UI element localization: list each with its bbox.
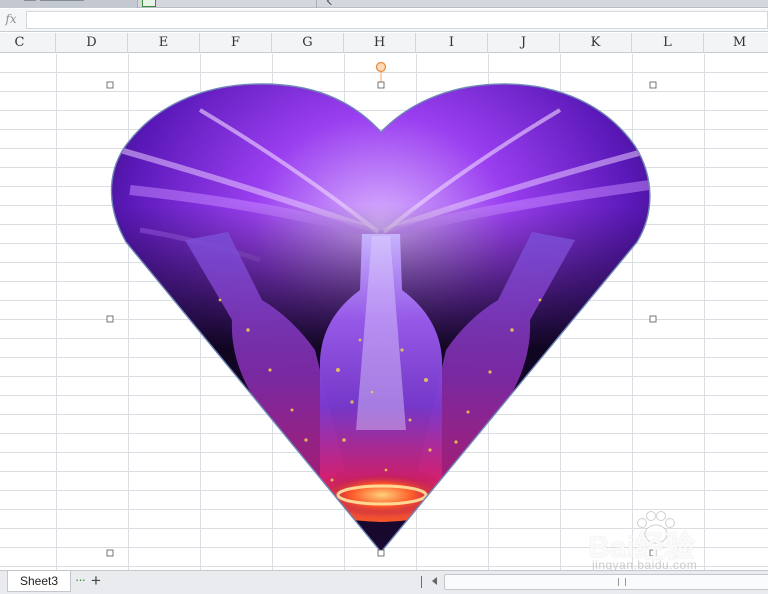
column-header-k[interactable]: K — [560, 33, 632, 53]
resize-handle-bottom[interactable] — [377, 549, 385, 557]
chevron-down-icon[interactable] — [326, 0, 336, 6]
rotate-handle[interactable] — [375, 61, 387, 73]
column-header-c[interactable]: C — [0, 33, 56, 53]
column-header-f[interactable]: F — [200, 33, 272, 53]
column-header-h[interactable]: H — [344, 33, 416, 53]
resize-handle-left[interactable] — [106, 315, 114, 323]
tab-separator — [316, 0, 317, 8]
scrollbar-grip[interactable] — [618, 578, 626, 586]
column-headers: CDEFGHIJKLM — [0, 33, 768, 53]
document-tab-strip — [0, 0, 768, 8]
resize-handle-top-left[interactable] — [106, 81, 114, 89]
formula-bar: fx — [0, 9, 768, 32]
formula-input[interactable] — [26, 11, 768, 29]
column-header-d[interactable]: D — [56, 33, 128, 53]
column-header-i[interactable]: I — [416, 33, 488, 53]
sheet-bar-separator[interactable] — [421, 576, 422, 588]
document-tab[interactable] — [0, 0, 138, 8]
column-header-l[interactable]: L — [632, 33, 704, 53]
resize-handle-bottom-left[interactable] — [106, 549, 114, 557]
spreadsheet-file-icon — [142, 0, 156, 7]
horizontal-scrollbar[interactable] — [444, 574, 768, 590]
resize-handle-right[interactable] — [649, 315, 657, 323]
column-header-g[interactable]: G — [272, 33, 344, 53]
resize-handle-bottom-right[interactable] — [649, 549, 657, 557]
more-sheets-icon[interactable]: ··· — [75, 572, 86, 587]
column-header-j[interactable]: J — [488, 33, 560, 53]
resize-handle-top-right[interactable] — [649, 81, 657, 89]
scroll-left-icon[interactable] — [432, 577, 437, 585]
sheet-tab-sheet3[interactable]: Sheet3 — [7, 571, 71, 592]
fx-icon[interactable]: fx — [0, 12, 22, 26]
column-header-e[interactable]: E — [128, 33, 200, 53]
sheet-tab-bar: Sheet3 ··· + — [0, 570, 768, 594]
column-header-m[interactable]: M — [704, 33, 768, 53]
resize-handle-top[interactable] — [377, 81, 385, 89]
document-tab-title — [24, 0, 84, 1]
add-sheet-button[interactable]: + — [91, 571, 101, 591]
